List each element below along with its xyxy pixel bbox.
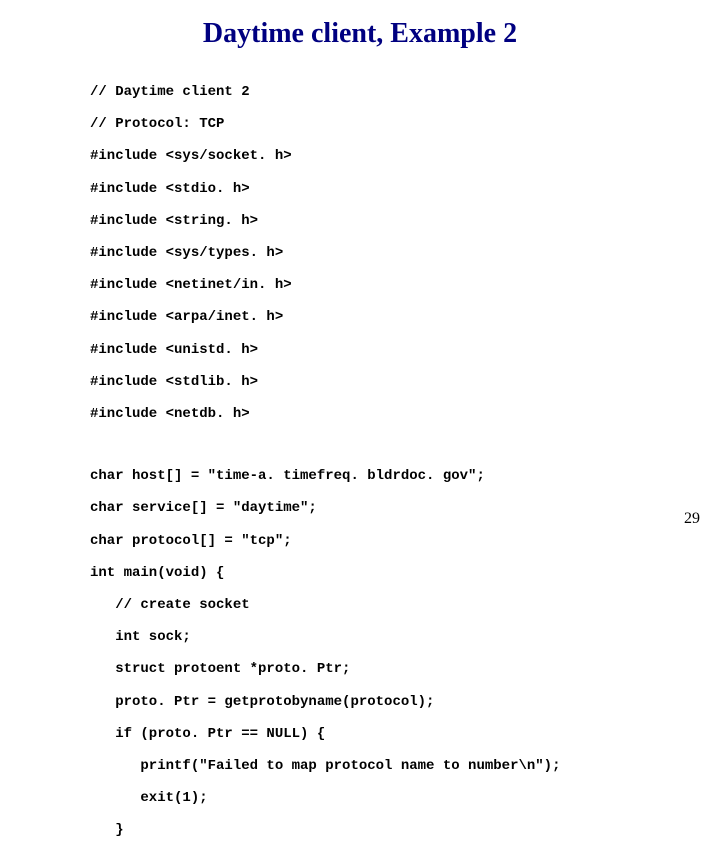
- code-line: }: [90, 822, 720, 838]
- code-line: if (proto. Ptr == NULL) {: [90, 726, 720, 742]
- code-line: #include <string. h>: [90, 213, 720, 229]
- slide-title: Daytime client, Example 2: [0, 0, 720, 68]
- code-line: #include <unistd. h>: [90, 342, 720, 358]
- code-line: #include <sys/types. h>: [90, 245, 720, 261]
- code-line: #include <sys/socket. h>: [90, 148, 720, 164]
- code-line: // Daytime client 2: [90, 84, 720, 100]
- code-line: int sock;: [90, 629, 720, 645]
- code-line: #include <netinet/in. h>: [90, 277, 720, 293]
- code-line: char host[] = "time-a. timefreq. bldrdoc…: [90, 468, 720, 484]
- code-line: printf("Failed to map protocol name to n…: [90, 758, 720, 774]
- code-line: char protocol[] = "tcp";: [90, 533, 720, 549]
- code-line: #include <stdlib. h>: [90, 374, 720, 390]
- code-line: // Protocol: TCP: [90, 116, 720, 132]
- blank-line: [90, 438, 720, 452]
- code-line: struct protoent *proto. Ptr;: [90, 661, 720, 677]
- code-line: char service[] = "daytime";: [90, 500, 720, 516]
- code-line: // create socket: [90, 597, 720, 613]
- code-line: #include <netdb. h>: [90, 406, 720, 422]
- page-number: 29: [684, 510, 700, 528]
- code-line: exit(1);: [90, 790, 720, 806]
- code-block: // Daytime client 2 // Protocol: TCP #in…: [0, 68, 720, 855]
- code-line: #include <arpa/inet. h>: [90, 309, 720, 325]
- code-line: proto. Ptr = getprotobyname(protocol);: [90, 694, 720, 710]
- code-line: #include <stdio. h>: [90, 181, 720, 197]
- code-line: int main(void) {: [90, 565, 720, 581]
